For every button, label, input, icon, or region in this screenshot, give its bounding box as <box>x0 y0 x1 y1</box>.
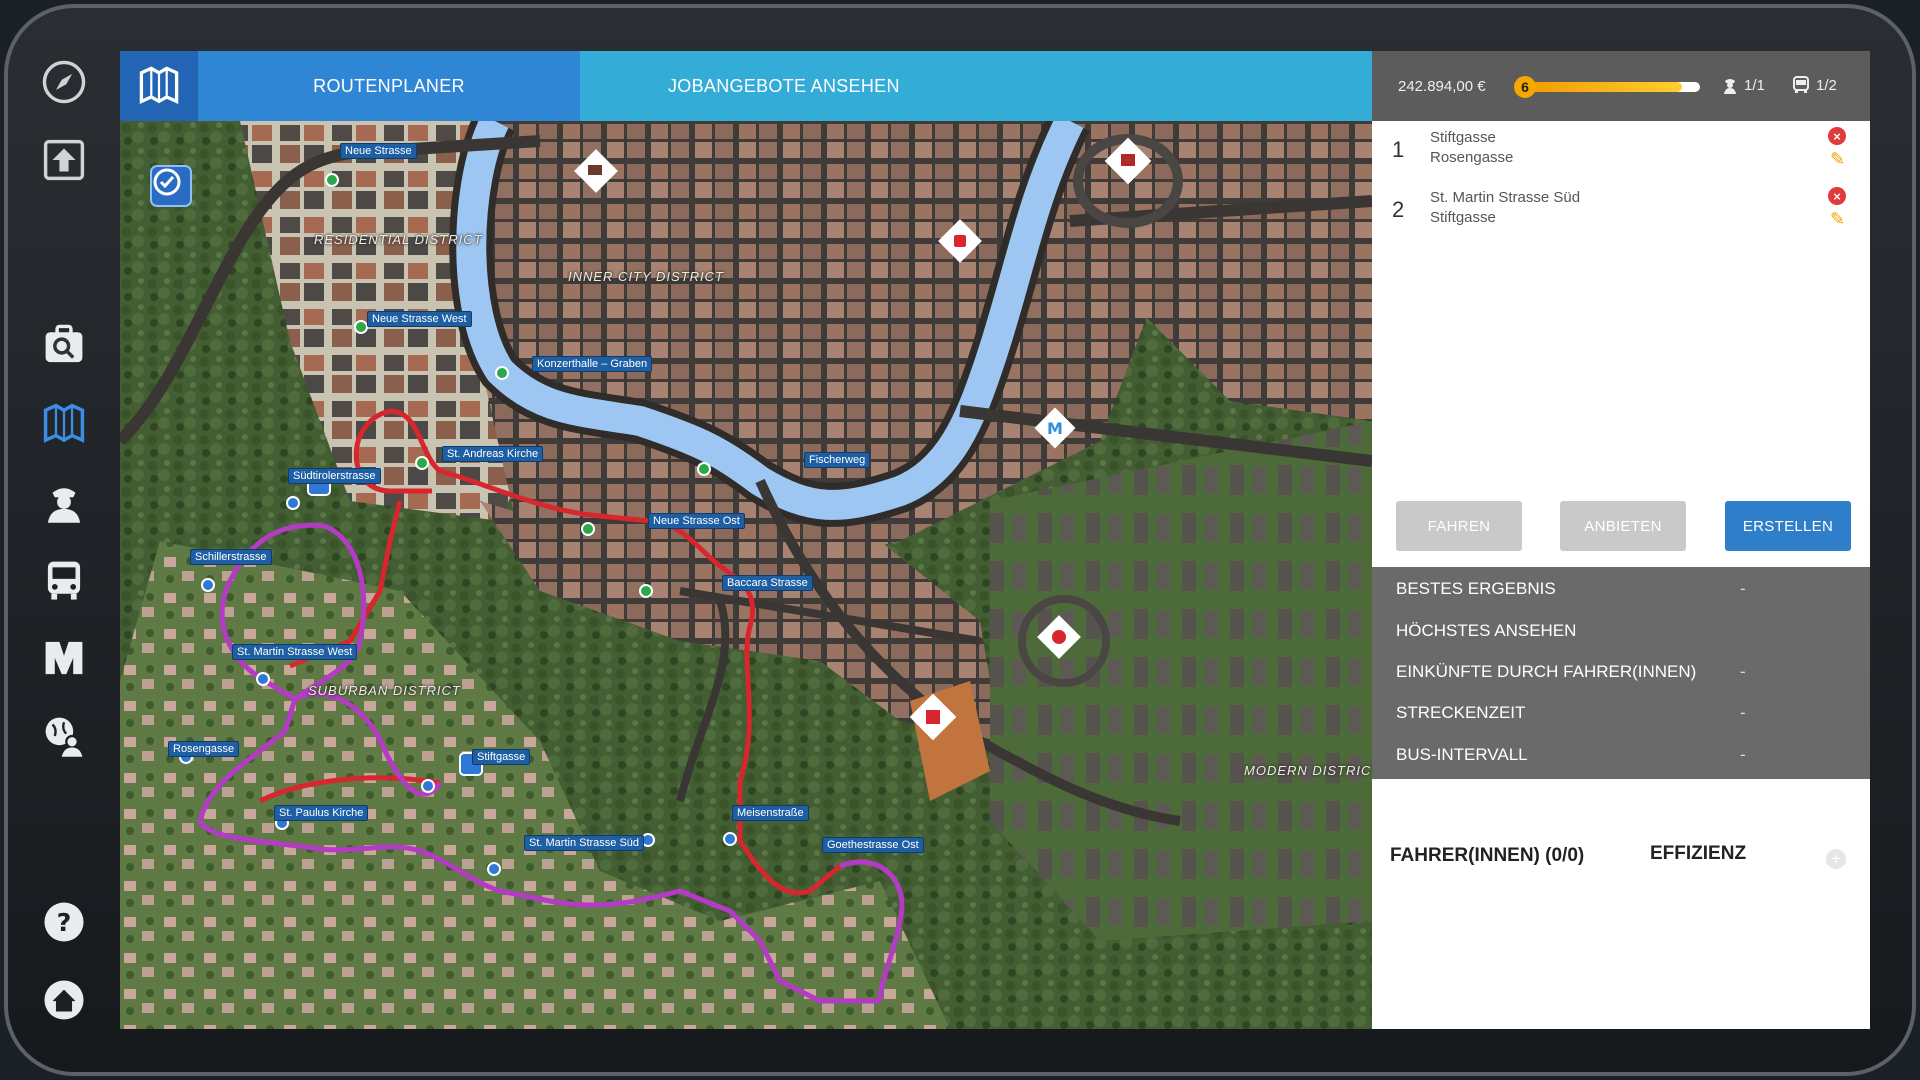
add-driver-button[interactable]: + <box>1826 849 1846 869</box>
drivers-count-value: 1/1 <box>1744 76 1765 94</box>
stat-route-time: STRECKENZEIT - <box>1396 697 1856 727</box>
money-balance: 242.894,00 € <box>1398 78 1486 95</box>
stop-meisenstrasse[interactable]: Meisenstraße <box>732 805 809 821</box>
top-header: ROUTENPLANER JOBANGEBOTE ANSEHEN 242.894… <box>120 51 1870 121</box>
stop-neue-strasse-ost[interactable]: Neue Strasse Ost <box>648 513 745 529</box>
stat-driver-income: EINKÜNFTE DURCH FAHRER(INNEN) - <box>1396 656 1856 686</box>
route-number: 1 <box>1392 137 1405 162</box>
svg-text:M: M <box>1047 419 1063 438</box>
route-panel: 1 Stiftgasse Rosengasse × ✎ 2 St. Martin… <box>1372 121 1870 1029</box>
svg-text:?: ? <box>57 908 72 937</box>
stop-rosengasse[interactable]: Rosengasse <box>168 741 240 757</box>
checkmark-icon <box>153 168 181 196</box>
stop-baccara-strasse[interactable]: Baccara Strasse <box>722 575 813 591</box>
district-label-inner-city: INNER CITY DISTRICT <box>568 269 724 284</box>
route-list-item[interactable]: 2 St. Martin Strasse Süd Stiftgasse × ✎ <box>1372 183 1870 239</box>
create-route-button[interactable]: ERSTELLEN <box>1725 501 1851 551</box>
route-number: 2 <box>1392 197 1405 222</box>
delete-route-icon[interactable]: × <box>1828 127 1846 145</box>
offer-button[interactable]: ANBIETEN <box>1560 501 1686 551</box>
edit-route-icon[interactable]: ✎ <box>1830 149 1845 170</box>
stat-label: BUS-INTERVALL <box>1396 745 1528 764</box>
route-start-stop: St. Martin Strasse Süd <box>1430 189 1581 206</box>
stat-value: - <box>1740 703 1746 722</box>
stop-neue-strasse[interactable]: Neue Strasse <box>340 143 417 159</box>
stat-best-result: BESTES ERGEBNIS - <box>1396 573 1856 603</box>
tab-route-planner[interactable]: ROUTENPLANER <box>198 51 580 121</box>
game-screen: ROUTENPLANER JOBANGEBOTE ANSEHEN 242.894… <box>120 51 1870 1029</box>
stat-value: - <box>1740 745 1746 764</box>
job-search-icon[interactable] <box>38 320 90 372</box>
stop-stiftgasse[interactable]: Stiftgasse <box>472 749 531 765</box>
stat-label: EINKÜNFTE DURCH FAHRER(INNEN) <box>1396 662 1697 681</box>
stop-suedtirolerstrasse[interactable]: Südtirolerstrasse <box>288 468 381 484</box>
district-label-modern: MODERN DISTRICT <box>1244 763 1372 778</box>
tab-route-planner-label: ROUTENPLANER <box>313 75 465 96</box>
stat-value: - <box>1740 662 1746 681</box>
confirm-route-button[interactable] <box>150 165 192 207</box>
bus-count-icon <box>1793 76 1809 93</box>
manager-icon[interactable] <box>38 632 90 684</box>
bus-icon[interactable] <box>38 554 90 606</box>
route-stats: BESTES ERGEBNIS - HÖCHSTES ANSEHEN EINKÜ… <box>1372 567 1870 779</box>
level-progress-fill <box>1524 82 1683 92</box>
edit-route-icon[interactable]: ✎ <box>1830 209 1845 230</box>
driver-count-icon <box>1724 79 1736 94</box>
driver-icon[interactable] <box>38 476 90 528</box>
compass-icon[interactable] <box>38 56 90 108</box>
stop-schillerstrasse[interactable]: Schillerstrasse <box>190 549 272 565</box>
drivers-count: 1/1 <box>1722 76 1765 94</box>
stat-bus-interval: BUS-INTERVALL - <box>1396 739 1856 769</box>
city-map[interactable]: M RESIDENTIAL DISTRICT INNER CITY DISTRI… <box>120 121 1372 1029</box>
stop-goethestrasse-ost[interactable]: Goethestrasse Ost <box>822 837 924 853</box>
efficiency-column-title: EFFIZIENZ <box>1650 843 1747 864</box>
stop-st-andreas-kirche[interactable]: St. Andreas Kirche <box>442 446 544 462</box>
stop-neue-strasse-west[interactable]: Neue Strasse West <box>367 311 472 327</box>
level-progress-bar <box>1524 82 1700 92</box>
stop-st-paulus-kirche[interactable]: St. Paulus Kirche <box>274 805 369 821</box>
route-end-stop: Rosengasse <box>1430 149 1514 166</box>
route-map-logo-icon[interactable] <box>120 51 198 121</box>
help-icon[interactable]: ? <box>38 896 90 948</box>
stat-highest-reputation: HÖCHSTES ANSEHEN <box>1396 615 1856 645</box>
map-icon[interactable] <box>38 398 90 450</box>
drivers-section-title: FAHRER(INNEN) (0/0) <box>1390 845 1585 866</box>
stat-label: BESTES ERGEBNIS <box>1396 579 1556 598</box>
exit-icon[interactable] <box>38 134 90 186</box>
delete-route-icon[interactable]: × <box>1828 187 1846 205</box>
stop-st-martin-strasse-sued[interactable]: St. Martin Strasse Süd <box>524 835 645 851</box>
stop-konzerthalle-graben[interactable]: Konzerthalle – Graben <box>532 356 653 372</box>
home-icon[interactable] <box>38 974 90 1026</box>
stat-label: STRECKENZEIT <box>1396 703 1526 722</box>
route-end-stop: Stiftgasse <box>1430 209 1496 226</box>
buses-count-value: 1/2 <box>1816 76 1837 94</box>
stat-value: - <box>1740 579 1746 598</box>
tab-job-offers[interactable]: JOBANGEBOTE ANSEHEN <box>580 51 1372 121</box>
buses-count: 1/2 <box>1792 76 1837 94</box>
tab-job-offers-label: JOBANGEBOTE ANSEHEN <box>668 75 900 96</box>
stat-label: HÖCHSTES ANSEHEN <box>1396 621 1577 640</box>
district-label-suburban: SUBURBAN DISTRICT <box>308 683 461 698</box>
drive-button[interactable]: FAHREN <box>1396 501 1522 551</box>
stop-st-martin-strasse-west[interactable]: St. Martin Strasse West <box>232 644 358 660</box>
world-icon[interactable] <box>38 710 90 762</box>
company-stats-bar: 242.894,00 € 6 1/1 1/2 <box>1372 51 1870 121</box>
stop-fischerweg[interactable]: Fischerweg <box>804 452 871 468</box>
route-list-item[interactable]: 1 Stiftgasse Rosengasse × ✎ <box>1372 123 1870 179</box>
district-label-residential: RESIDENTIAL DISTRICT <box>314 232 483 247</box>
route-start-stop: Stiftgasse <box>1430 129 1496 146</box>
level-badge: 6 <box>1514 76 1536 98</box>
